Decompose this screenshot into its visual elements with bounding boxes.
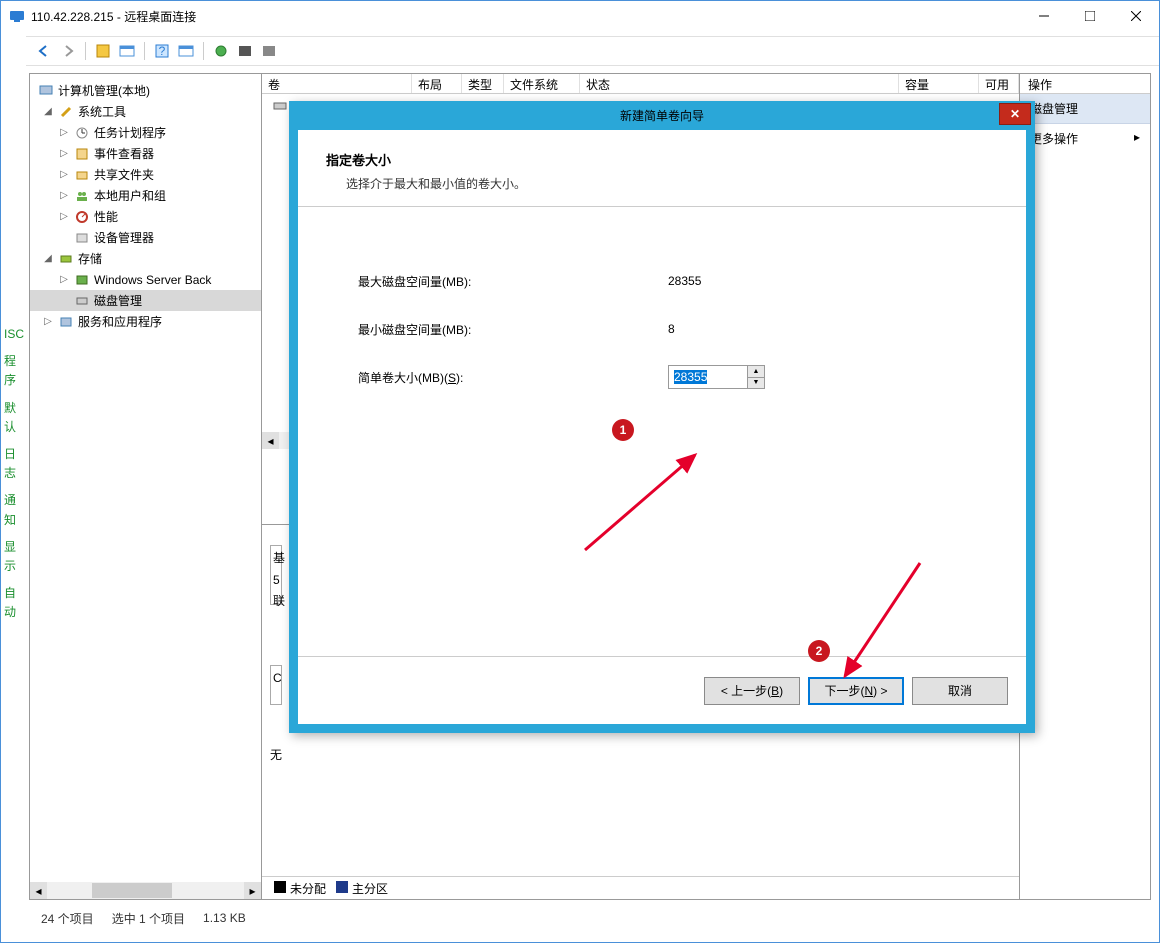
action-group[interactable]: 磁盘管理 — [1020, 94, 1150, 124]
rdp-icon — [9, 8, 25, 24]
column-header[interactable]: 可用 — [979, 74, 1019, 93]
status-text: 24 个项目 — [41, 910, 94, 927]
clock-icon — [74, 125, 90, 141]
size-spinbox[interactable]: ▲ ▼ — [668, 365, 765, 389]
label-max: 最大磁盘空间量(MB): — [358, 273, 668, 290]
tree-item[interactable]: ▷事件查看器 — [30, 143, 261, 164]
tool-icon[interactable] — [176, 41, 196, 61]
column-header: 操作 — [1020, 74, 1150, 94]
wizard-title: 新建简单卷向导 — [620, 107, 704, 124]
column-header[interactable]: 文件系统 — [504, 74, 580, 93]
expand-icon[interactable]: ▷ — [42, 316, 54, 327]
storage-icon — [58, 251, 74, 267]
spin-down-icon[interactable]: ▼ — [748, 378, 764, 389]
scroll-left-icon[interactable]: ◂ — [262, 432, 279, 449]
spin-up-icon[interactable]: ▲ — [748, 366, 764, 378]
tree-item-diskmgmt[interactable]: 磁盘管理 — [30, 290, 261, 311]
services-icon — [58, 314, 74, 330]
tool-icon[interactable] — [211, 41, 231, 61]
size-input[interactable] — [669, 366, 747, 388]
expand-icon[interactable]: ▷ — [58, 148, 70, 159]
back-button[interactable] — [34, 41, 54, 61]
collapse-icon[interactable]: ◢ — [42, 253, 54, 264]
h-scrollbar[interactable]: ◂ ▸ — [30, 882, 261, 899]
legend-item: 未分配 — [274, 880, 326, 897]
label-size: 简单卷大小(MB)(S): — [358, 369, 668, 386]
grid-header: 卷 布局 类型 文件系统 状态 容量 可用 — [262, 74, 1019, 94]
drive-icon — [272, 98, 288, 114]
tree-item[interactable]: ▷共享文件夹 — [30, 164, 261, 185]
back-button[interactable]: < 上一步(B) — [704, 677, 800, 705]
maximize-button[interactable] — [1067, 1, 1113, 31]
close-button[interactable]: ✕ — [999, 103, 1031, 125]
scroll-thumb[interactable] — [92, 883, 172, 898]
column-header[interactable]: 卷 — [262, 74, 412, 93]
legend-item: 主分区 — [336, 880, 388, 897]
expand-icon[interactable]: ▷ — [58, 274, 70, 285]
window-title: 110.42.228.215 - 远程桌面连接 — [31, 8, 196, 25]
column-header[interactable]: 布局 — [412, 74, 462, 93]
tree-item[interactable]: ◢系统工具 — [30, 101, 261, 122]
tree-item[interactable]: 计算机管理(本地) — [30, 80, 261, 101]
tree-item[interactable]: ▷Windows Server Back — [30, 269, 261, 290]
expand-icon[interactable]: ▷ — [58, 211, 70, 222]
status-text: 1.13 KB — [203, 911, 246, 925]
perf-icon — [74, 209, 90, 225]
tool-icon[interactable] — [93, 41, 113, 61]
wizard-heading: 指定卷大小 — [326, 150, 998, 169]
cancel-button[interactable]: 取消 — [912, 677, 1008, 705]
titlebar: 110.42.228.215 - 远程桌面连接 — [1, 1, 1159, 31]
label-min: 最小磁盘空间量(MB): — [358, 321, 668, 338]
users-icon — [74, 188, 90, 204]
wizard-subtext: 选择介于最大和最小值的卷大小。 — [346, 175, 998, 192]
tool-icon[interactable] — [117, 41, 137, 61]
tree-item[interactable]: ▷性能 — [30, 206, 261, 227]
close-button[interactable] — [1113, 1, 1159, 31]
value-max: 28355 — [668, 274, 701, 288]
disk-icon — [74, 293, 90, 309]
tree-item[interactable]: ▷本地用户和组 — [30, 185, 261, 206]
svg-text:?: ? — [159, 44, 166, 58]
collapse-icon[interactable]: ◢ — [42, 106, 54, 117]
help-icon[interactable]: ? — [152, 41, 172, 61]
folder-share-icon — [74, 167, 90, 183]
column-header[interactable]: 状态 — [580, 74, 899, 93]
computer-icon — [38, 83, 54, 99]
device-icon — [74, 230, 90, 246]
actions-pane: 操作 磁盘管理 更多操作 ▸ — [1020, 74, 1150, 899]
event-icon — [74, 146, 90, 162]
annotation-badge-2: 2 — [808, 640, 830, 662]
tree-item[interactable]: ◢存储 — [30, 248, 261, 269]
column-header[interactable]: 容量 — [899, 74, 979, 93]
column-header[interactable]: 类型 — [462, 74, 504, 93]
action-item[interactable]: 更多操作 ▸ — [1020, 124, 1150, 153]
value-min: 8 — [668, 322, 675, 336]
cutoff-sidebar: ISC程序默认 日志通知显示自动 — [1, 321, 27, 626]
tool-icon[interactable] — [259, 41, 279, 61]
tree-item[interactable]: ▷任务计划程序 — [30, 122, 261, 143]
forward-button[interactable] — [58, 41, 78, 61]
status-text: 选中 1 个项目 — [112, 910, 185, 927]
wizard-titlebar[interactable]: 新建简单卷向导 ✕ — [289, 101, 1035, 130]
minimize-button[interactable] — [1021, 1, 1067, 31]
expand-icon[interactable]: ▷ — [58, 169, 70, 180]
scroll-left-icon[interactable]: ◂ — [30, 882, 47, 899]
backup-icon — [74, 272, 90, 288]
expand-icon[interactable]: ▷ — [58, 190, 70, 201]
annotation-badge-1: 1 — [612, 419, 634, 441]
next-button[interactable]: 下一步(N) > — [808, 677, 904, 705]
toolbar: ? — [26, 36, 1159, 66]
tree-item[interactable]: ▷服务和应用程序 — [30, 311, 261, 332]
tool-icon[interactable] — [235, 41, 255, 61]
tree-item[interactable]: 设备管理器 — [30, 227, 261, 248]
wizard-dialog: 新建简单卷向导 ✕ 指定卷大小 选择介于最大和最小值的卷大小。 最大磁盘空间量(… — [289, 101, 1035, 733]
tools-icon — [58, 104, 74, 120]
expand-icon[interactable]: ▷ — [58, 127, 70, 138]
tree-pane: 计算机管理(本地) ◢系统工具 ▷任务计划程序 ▷事件查看器 ▷共享文件夹 ▷本… — [30, 74, 262, 899]
scroll-right-icon[interactable]: ▸ — [244, 882, 261, 899]
status-bar: 24 个项目 选中 1 个项目 1.13 KB — [29, 906, 1151, 930]
